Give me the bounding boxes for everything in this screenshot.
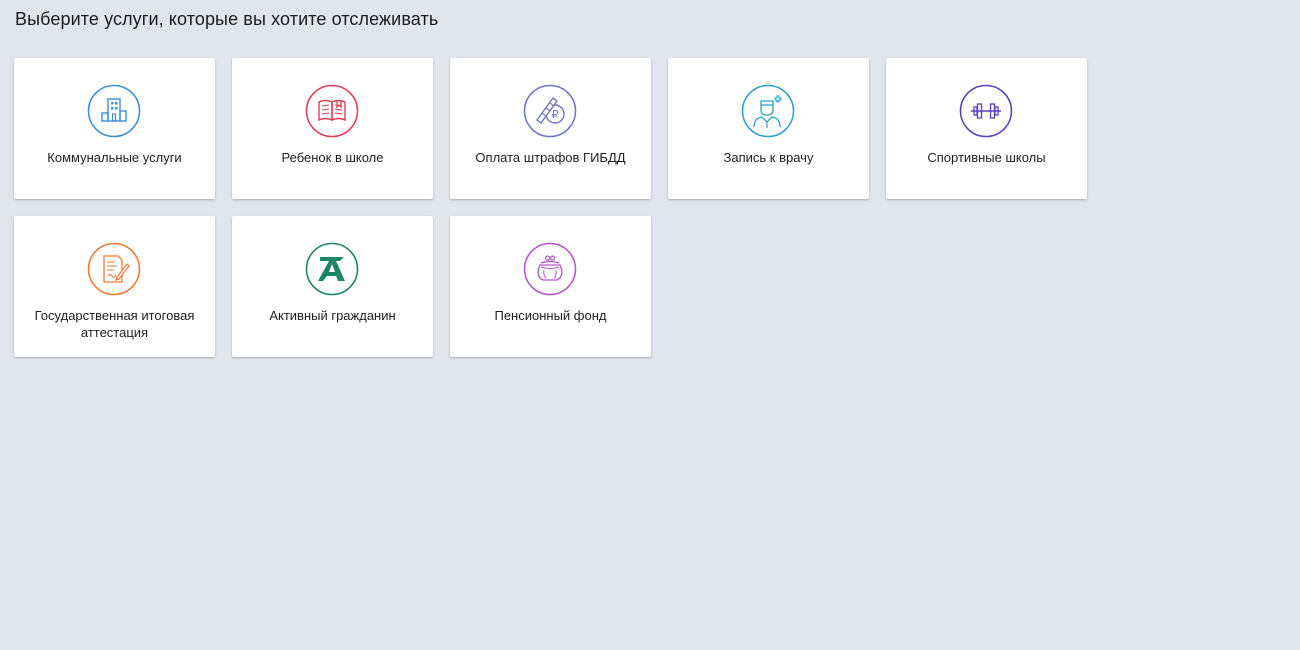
service-label: Коммунальные услуги — [47, 150, 182, 165]
service-label: Активный гражданин — [269, 308, 396, 323]
service-card-utilities[interactable]: Коммунальные услуги — [14, 58, 215, 199]
book-icon — [305, 84, 359, 138]
service-card-pension-fund[interactable]: Пенсионный фонд — [450, 216, 651, 357]
dumbbell-icon — [959, 84, 1013, 138]
active-citizen-icon — [305, 242, 359, 296]
service-card-state-exam[interactable]: Государственная итоговая аттестация — [14, 216, 215, 357]
doctor-icon — [741, 84, 795, 138]
exam-icon — [87, 242, 141, 296]
service-card-doctor[interactable]: Запись к врачу — [668, 58, 869, 199]
service-card-school[interactable]: Ребенок в школе — [232, 58, 433, 199]
page-title: Выберите услуги, которые вы хотите отсле… — [15, 9, 439, 29]
service-label: Государственная итоговая аттестация — [34, 308, 195, 340]
services-grid: Коммунальные услуги Ребенок в школе ₽ Оп… — [14, 58, 1094, 357]
baton-ruble-icon: ₽ — [523, 84, 577, 138]
service-card-active-citizen[interactable]: Активный гражданин — [232, 216, 433, 357]
page: Выберите услуги, которые вы хотите отсле… — [0, 0, 1300, 650]
building-icon — [87, 84, 141, 138]
service-label: Пенсионный фонд — [494, 308, 607, 323]
service-label: Ребенок в школе — [281, 150, 384, 165]
service-card-traffic-fines[interactable]: ₽ Оплата штрафов ГИБДД — [450, 58, 651, 199]
service-card-sports-schools[interactable]: Спортивные школы — [886, 58, 1087, 199]
service-label: Запись к врачу — [723, 150, 814, 165]
svg-text:₽: ₽ — [552, 108, 559, 121]
service-label: Оплата штрафов ГИБДД — [475, 150, 626, 165]
purse-icon — [523, 242, 577, 296]
service-label: Спортивные школы — [927, 150, 1046, 165]
